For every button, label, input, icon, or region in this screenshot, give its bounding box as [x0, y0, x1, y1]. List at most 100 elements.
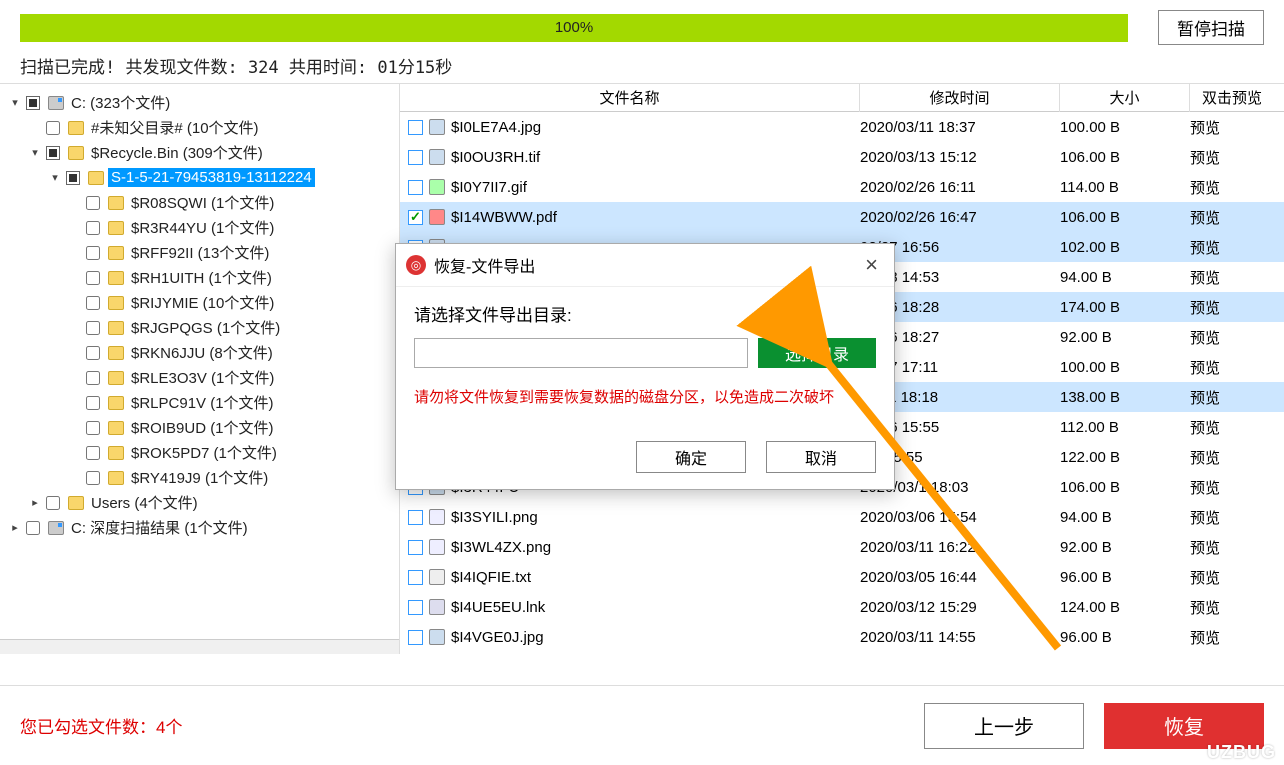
file-checkbox[interactable]	[408, 600, 423, 615]
file-preview-link[interactable]: 预览	[1190, 627, 1270, 648]
file-row[interactable]: $I0Y7II7.gif2020/02/26 16:11114.00 B预览	[400, 172, 1284, 202]
tree-checkbox[interactable]	[86, 221, 100, 235]
file-preview-link[interactable]: 预览	[1190, 597, 1270, 618]
file-checkbox[interactable]	[408, 540, 423, 555]
tree-checkbox[interactable]	[86, 196, 100, 210]
tree-node[interactable]: ▾ $Recycle.Bin (309个文件)	[0, 140, 399, 165]
file-preview-link[interactable]: 预览	[1190, 447, 1270, 468]
tree-checkbox[interactable]	[86, 246, 100, 260]
tree-checkbox-mixed[interactable]	[46, 146, 60, 160]
file-row[interactable]: $I3SYILI.png2020/03/06 15:5494.00 B预览	[400, 502, 1284, 532]
tree-node[interactable]: ▸C: 深度扫描结果 (1个文件)	[0, 515, 399, 540]
file-preview-link[interactable]: 预览	[1190, 297, 1270, 318]
tree-checkbox[interactable]	[86, 371, 100, 385]
tree-checkbox[interactable]	[86, 421, 100, 435]
tree-caret-icon[interactable]: ▾	[8, 96, 22, 109]
back-button[interactable]: 上一步	[924, 703, 1084, 749]
file-preview-link[interactable]: 预览	[1190, 117, 1270, 138]
export-path-input[interactable]	[414, 338, 748, 368]
file-time: 2020/03/06 15:54	[860, 509, 1060, 526]
file-checkbox[interactable]	[408, 570, 423, 585]
tree-node[interactable]: $RFF92II (13个文件)	[0, 240, 399, 265]
tree-caret-icon[interactable]: ▸	[8, 521, 22, 534]
file-row[interactable]: $I0LE7A4.jpg2020/03/11 18:37100.00 B预览	[400, 112, 1284, 142]
file-row[interactable]: $I4VGE0J.jpg2020/03/11 14:5596.00 B预览	[400, 622, 1284, 652]
file-preview-link[interactable]: 预览	[1190, 567, 1270, 588]
tree-node[interactable]: $RY419J9 (1个文件)	[0, 465, 399, 490]
export-dialog: ◎ 恢复-文件导出 × 请选择文件导出目录: 选择目录 请勿将文件恢复到需要恢复…	[395, 243, 895, 490]
file-checkbox[interactable]	[408, 150, 423, 165]
file-size: 94.00 B	[1060, 269, 1190, 286]
col-header-preview[interactable]: 双击预览	[1190, 84, 1274, 112]
file-preview-link[interactable]: 预览	[1190, 537, 1270, 558]
choose-dir-button[interactable]: 选择目录	[758, 338, 876, 368]
tree-node[interactable]: #未知父目录# (10个文件)	[0, 115, 399, 140]
tree-checkbox[interactable]	[86, 396, 100, 410]
tree-node[interactable]: $RLPC91V (1个文件)	[0, 390, 399, 415]
tree-node[interactable]: $R08SQWI (1个文件)	[0, 190, 399, 215]
tree-node-label: #未知父目录# (10个文件)	[88, 116, 262, 139]
file-checkbox[interactable]	[408, 120, 423, 135]
tree-node[interactable]: $ROIB9UD (1个文件)	[0, 415, 399, 440]
file-time: 2020/03/11 16:22	[860, 539, 1060, 556]
tree-node[interactable]: ▸Users (4个文件)	[0, 490, 399, 515]
file-preview-link[interactable]: 预览	[1190, 207, 1270, 228]
file-time: 2020/03/13 15:12	[860, 149, 1060, 166]
file-row[interactable]: $I4IQFIE.txt2020/03/05 16:4496.00 B预览	[400, 562, 1284, 592]
dialog-titlebar[interactable]: ◎ 恢复-文件导出 ×	[396, 244, 894, 287]
tree-caret-icon[interactable]: ▾	[28, 146, 42, 159]
pause-scan-button[interactable]: 暂停扫描	[1158, 10, 1264, 45]
tree-checkbox[interactable]	[26, 521, 40, 535]
dialog-ok-button[interactable]: 确定	[636, 441, 746, 473]
tree-caret-icon[interactable]: ▸	[28, 496, 42, 509]
file-row[interactable]: $I3WL4ZX.png2020/03/11 16:2292.00 B预览	[400, 532, 1284, 562]
tree-node[interactable]: $R3R44YU (1个文件)	[0, 215, 399, 240]
tree-checkbox[interactable]	[46, 121, 60, 135]
tree-node[interactable]: $RLE3O3V (1个文件)	[0, 365, 399, 390]
tree-checkbox[interactable]	[46, 496, 60, 510]
tree-node[interactable]: $RKN6JJU (8个文件)	[0, 340, 399, 365]
file-preview-link[interactable]: 预览	[1190, 147, 1270, 168]
file-preview-link[interactable]: 预览	[1190, 357, 1270, 378]
tree-checkbox[interactable]	[86, 346, 100, 360]
file-row[interactable]: $I0OU3RH.tif2020/03/13 15:12106.00 B预览	[400, 142, 1284, 172]
file-preview-link[interactable]: 预览	[1190, 237, 1270, 258]
tree-checkbox-mixed[interactable]	[26, 96, 40, 110]
file-preview-link[interactable]: 预览	[1190, 267, 1270, 288]
tree-checkbox-mixed[interactable]	[66, 171, 80, 185]
tree-checkbox[interactable]	[86, 271, 100, 285]
file-name: $I4UE5EU.lnk	[451, 599, 545, 616]
file-checkbox[interactable]	[408, 510, 423, 525]
tree-node-label: $Recycle.Bin (309个文件)	[88, 141, 266, 164]
tree-checkbox[interactable]	[86, 446, 100, 460]
file-preview-link[interactable]: 预览	[1190, 477, 1270, 498]
tree-node[interactable]: $RIJYMIE (10个文件)	[0, 290, 399, 315]
file-preview-link[interactable]: 预览	[1190, 177, 1270, 198]
folder-tree[interactable]: ▾C: (323个文件)#未知父目录# (10个文件) ▾ $Recycle.Bin…	[0, 84, 400, 654]
tree-node[interactable]: $RJGPQGS (1个文件)	[0, 315, 399, 340]
folder-icon	[108, 421, 124, 435]
dialog-cancel-button[interactable]: 取消	[766, 441, 876, 473]
file-row[interactable]: $I4UE5EU.lnk2020/03/12 15:29124.00 B预览	[400, 592, 1284, 622]
tree-node[interactable]: ▾S-1-5-21-79453819-13112224	[0, 165, 399, 190]
file-preview-link[interactable]: 预览	[1190, 327, 1270, 348]
file-preview-link[interactable]: 预览	[1190, 387, 1270, 408]
tree-node[interactable]: $RH1UITH (1个文件)	[0, 265, 399, 290]
file-preview-link[interactable]: 预览	[1190, 417, 1270, 438]
tree-node[interactable]: ▾C: (323个文件)	[0, 90, 399, 115]
tree-caret-icon[interactable]: ▾	[48, 171, 62, 184]
file-row[interactable]: $I14WBWW.pdf2020/02/26 16:47106.00 B预览	[400, 202, 1284, 232]
dialog-close-button[interactable]: ×	[859, 252, 884, 278]
col-header-time[interactable]: 修改时间	[860, 84, 1060, 112]
file-checkbox[interactable]	[408, 210, 423, 225]
tree-node[interactable]: $ROK5PD7 (1个文件)	[0, 440, 399, 465]
tree-checkbox[interactable]	[86, 471, 100, 485]
tree-checkbox[interactable]	[86, 321, 100, 335]
tree-checkbox[interactable]	[86, 296, 100, 310]
col-header-name[interactable]: 文件名称	[400, 84, 860, 112]
file-checkbox[interactable]	[408, 180, 423, 195]
file-checkbox[interactable]	[408, 630, 423, 645]
col-header-size[interactable]: 大小	[1060, 84, 1190, 112]
file-preview-link[interactable]: 预览	[1190, 507, 1270, 528]
file-type-icon	[429, 569, 445, 585]
